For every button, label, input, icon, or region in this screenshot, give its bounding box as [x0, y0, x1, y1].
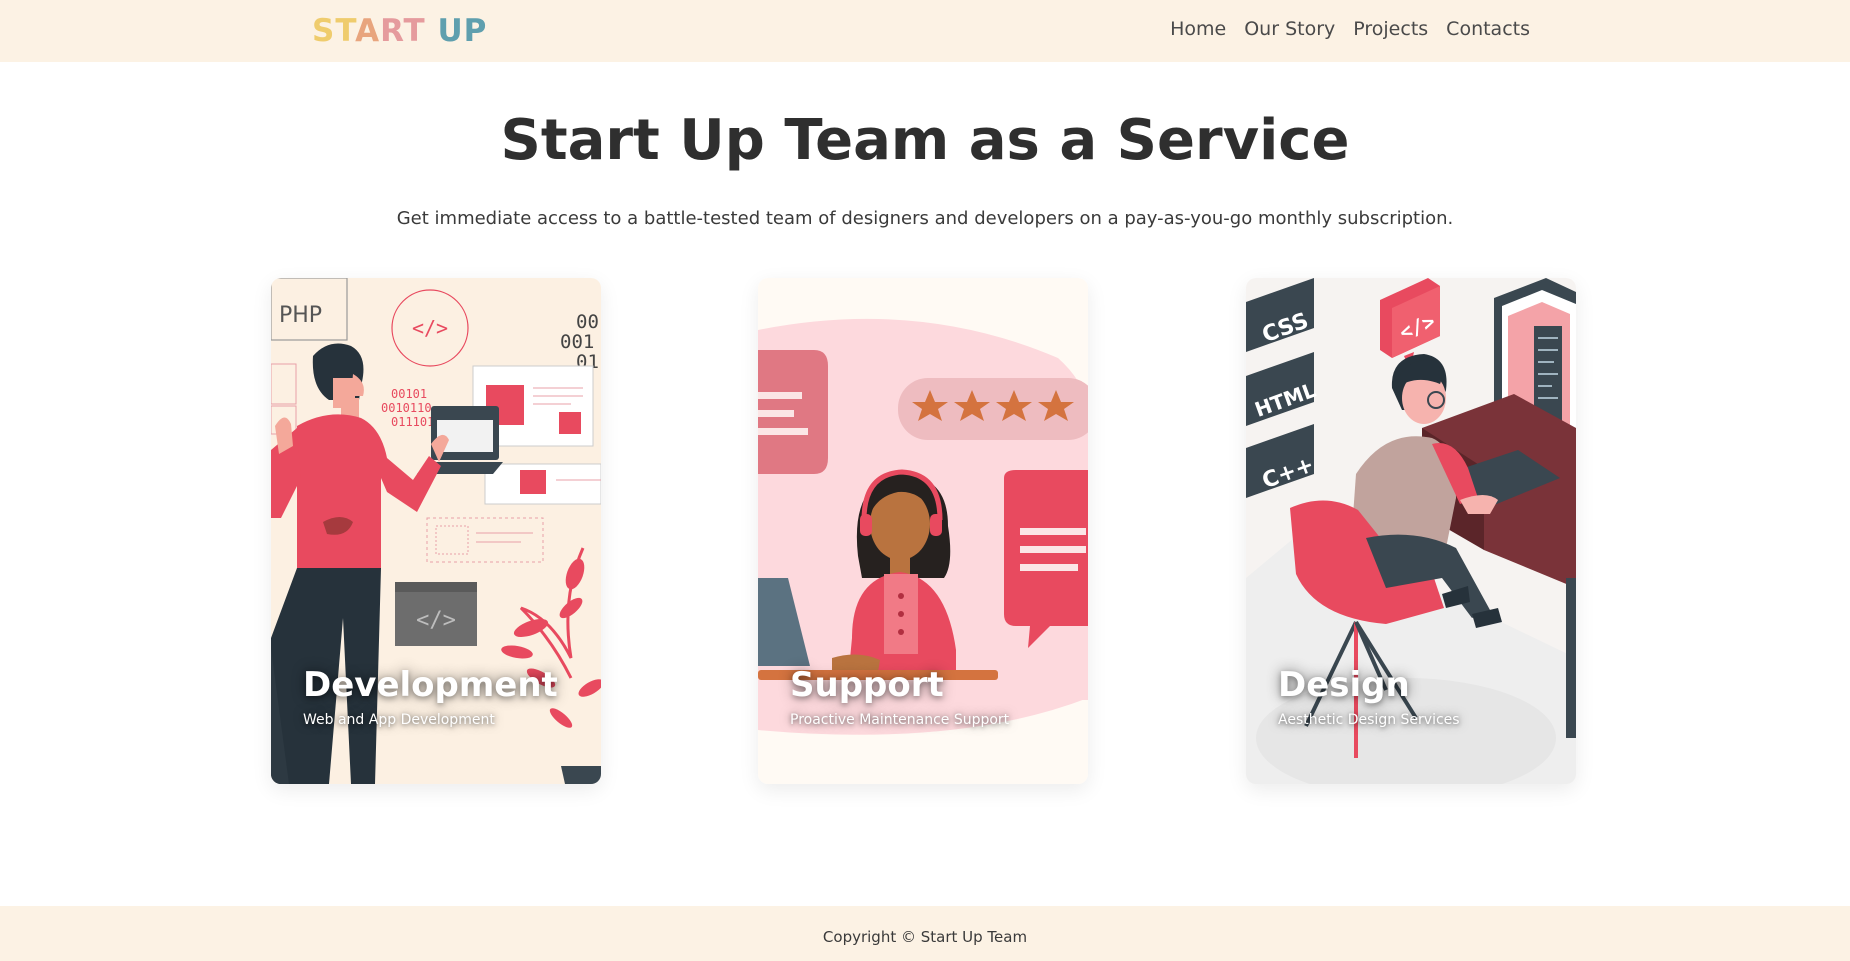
card-caption: Development Web and App Development	[303, 668, 601, 784]
top-bar: START UP Home Our Story Projects Contact…	[0, 0, 1850, 62]
card-caption: Support Proactive Maintenance Support	[790, 668, 1088, 784]
nav-our-story[interactable]: Our Story	[1244, 18, 1335, 40]
main-nav: Home Our Story Projects Contacts	[1170, 18, 1530, 40]
card-subtitle: Web and App Development	[303, 712, 495, 728]
svg-text:0010110: 0010110	[381, 401, 432, 415]
hero-subtitle: Get immediate access to a battle-tested …	[396, 208, 1454, 229]
nav-contacts[interactable]: Contacts	[1446, 18, 1530, 40]
card-subtitle: Aesthetic Design Services	[1278, 712, 1460, 728]
php-label: PHP	[279, 303, 322, 328]
service-card-development[interactable]: PHP </> 00 001 011 00101 0010110 011101 …	[271, 278, 601, 784]
hero-title: Start Up Team as a Service	[500, 108, 1350, 173]
nav-projects[interactable]: Projects	[1353, 18, 1428, 40]
card-title: Development	[303, 665, 558, 705]
svg-text:011101: 011101	[391, 415, 434, 429]
copyright-text: Copyright © Start Up Team	[822, 928, 1028, 946]
logo-letters-st: ST	[312, 13, 356, 49]
logo-letters-rt: RT	[380, 13, 426, 49]
svg-text:00101: 00101	[391, 387, 427, 401]
svg-text:00: 00	[576, 311, 599, 333]
logo-letters-up: UP	[437, 13, 488, 49]
footer: Copyright © Start Up Team	[0, 906, 1850, 961]
service-card-support[interactable]: Support Proactive Maintenance Support	[758, 278, 1088, 784]
logo[interactable]: START UP	[312, 13, 487, 49]
service-card-design[interactable]: CSS HTML C++ </> Design Aesthetic Design…	[1246, 278, 1576, 784]
svg-text:001: 001	[560, 331, 594, 353]
code-window-icon: </>	[416, 608, 456, 633]
card-subtitle: Proactive Maintenance Support	[790, 712, 1010, 728]
nav-home[interactable]: Home	[1170, 18, 1226, 40]
logo-letter-a: A	[355, 13, 381, 49]
card-title: Support	[790, 665, 944, 705]
code-bubble-icon: </>	[412, 316, 448, 340]
card-title: Design	[1278, 665, 1410, 705]
card-caption: Design Aesthetic Design Services	[1278, 668, 1576, 784]
